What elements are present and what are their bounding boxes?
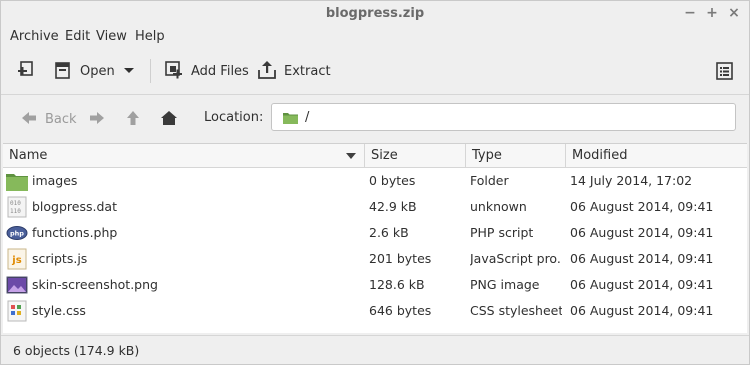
menu-list-icon — [712, 62, 738, 87]
forward-button[interactable] — [89, 109, 105, 129]
svg-text:js: js — [11, 255, 21, 266]
file-type: PNG image — [470, 277, 540, 292]
file-type: PHP script — [470, 225, 534, 240]
menu-bar: Archive Edit View Help — [1, 27, 749, 49]
table-row[interactable]: 010 110 blogpress.dat 42.9 kB unknown 06… — [3, 194, 747, 220]
toolbar-separator — [150, 59, 151, 83]
file-size: 0 bytes — [369, 173, 416, 188]
location-field[interactable]: / — [271, 103, 736, 131]
file-size: 201 bytes — [369, 251, 432, 266]
file-name: images — [32, 173, 78, 188]
folder-icon — [6, 170, 28, 192]
binary-file-icon: 010 110 — [6, 196, 28, 218]
maximize-button[interactable]: + — [704, 5, 720, 21]
table-row[interactable]: php functions.php 2.6 kB PHP script 06 A… — [3, 220, 747, 246]
location-value: / — [305, 110, 310, 125]
hamburger-menu-button[interactable] — [712, 58, 738, 84]
file-name: functions.php — [32, 225, 118, 240]
close-button[interactable]: × — [726, 5, 742, 21]
add-files-label: Add Files — [191, 63, 249, 79]
arrow-right-icon — [89, 111, 105, 128]
column-header-name-label: Name — [9, 148, 48, 163]
file-modified: 06 August 2014, 09:41 — [570, 277, 714, 292]
status-bar: 6 objects (174.9 kB) — [1, 335, 749, 364]
archive-manager-window: blogpress.zip − + × Archive Edit View He… — [0, 0, 750, 365]
image-file-icon — [6, 274, 28, 296]
column-header-size-label: Size — [371, 148, 398, 163]
svg-text:010: 010 — [10, 200, 21, 207]
open-dropdown-button[interactable] — [122, 57, 136, 85]
arrow-up-icon — [126, 110, 140, 129]
menu-view[interactable]: View — [96, 29, 127, 44]
svg-text:110: 110 — [10, 208, 21, 215]
column-header-size[interactable]: Size — [365, 144, 466, 168]
php-file-icon: php — [6, 222, 28, 244]
file-modified: 06 August 2014, 09:41 — [570, 225, 714, 240]
file-size: 42.9 kB — [369, 199, 417, 214]
file-type: Folder — [470, 173, 509, 188]
status-text: 6 objects (174.9 kB) — [13, 343, 140, 358]
svg-text:php: php — [10, 230, 24, 238]
file-list: Name Size Type Modified images 0 bytes F… — [3, 143, 747, 333]
folder-icon — [282, 111, 299, 128]
file-size: 646 bytes — [369, 303, 432, 318]
open-button[interactable]: Open — [52, 57, 115, 85]
open-label: Open — [80, 63, 115, 79]
menu-edit[interactable]: Edit — [65, 29, 90, 44]
toolbar: Open Add Files Extract — [1, 51, 749, 91]
open-archive-icon — [52, 59, 74, 84]
location-bar: Back Location: / — [1, 97, 749, 141]
file-type: JavaScript pro... — [470, 251, 562, 266]
back-button[interactable]: Back — [21, 109, 77, 129]
column-header-modified[interactable]: Modified — [566, 144, 747, 168]
location-label: Location: — [204, 110, 264, 125]
js-file-icon: js — [6, 248, 28, 270]
table-row[interactable]: images 0 bytes Folder 14 July 2014, 17:0… — [3, 168, 747, 194]
column-header-name[interactable]: Name — [3, 144, 365, 168]
home-button[interactable] — [160, 109, 178, 129]
column-header-type-label: Type — [472, 148, 502, 163]
file-name: skin-screenshot.png — [32, 277, 158, 292]
sort-descending-icon — [346, 153, 356, 159]
chevron-down-icon — [122, 63, 136, 80]
add-files-button[interactable]: Add Files — [163, 57, 249, 85]
extract-icon — [256, 59, 278, 84]
menu-help[interactable]: Help — [135, 29, 165, 44]
up-button[interactable] — [126, 109, 140, 129]
new-archive-icon — [15, 59, 37, 84]
back-label: Back — [45, 111, 77, 127]
file-type: CSS stylesheet — [470, 303, 562, 318]
window-title: blogpress.zip — [325, 6, 425, 21]
menu-archive[interactable]: Archive — [10, 29, 59, 44]
file-size: 128.6 kB — [369, 277, 425, 292]
file-name: blogpress.dat — [32, 199, 117, 214]
file-modified: 06 August 2014, 09:41 — [570, 251, 714, 266]
table-row[interactable]: skin-screenshot.png 128.6 kB PNG image 0… — [3, 272, 747, 298]
file-name: scripts.js — [32, 251, 88, 266]
table-row[interactable]: js scripts.js 201 bytes JavaScript pro..… — [3, 246, 747, 272]
file-name: style.css — [32, 303, 86, 318]
arrow-left-icon — [21, 111, 37, 128]
title-bar[interactable]: blogpress.zip − + × — [1, 1, 749, 27]
extract-label: Extract — [284, 63, 331, 79]
file-size: 2.6 kB — [369, 225, 409, 240]
new-archive-button[interactable] — [15, 57, 37, 85]
file-list-header: Name Size Type Modified — [3, 144, 747, 168]
home-icon — [160, 110, 178, 129]
add-files-icon — [163, 59, 185, 84]
column-header-modified-label: Modified — [572, 148, 628, 163]
column-header-type[interactable]: Type — [466, 144, 566, 168]
file-type: unknown — [470, 199, 527, 214]
file-modified: 06 August 2014, 09:41 — [570, 303, 714, 318]
extract-button[interactable]: Extract — [256, 57, 331, 85]
table-row[interactable]: style.css 646 bytes CSS stylesheet 06 Au… — [3, 298, 747, 324]
css-file-icon — [6, 300, 28, 322]
toolbar-divider — [1, 94, 749, 95]
file-modified: 14 July 2014, 17:02 — [570, 173, 693, 188]
minimize-button[interactable]: − — [682, 5, 698, 21]
file-modified: 06 August 2014, 09:41 — [570, 199, 714, 214]
